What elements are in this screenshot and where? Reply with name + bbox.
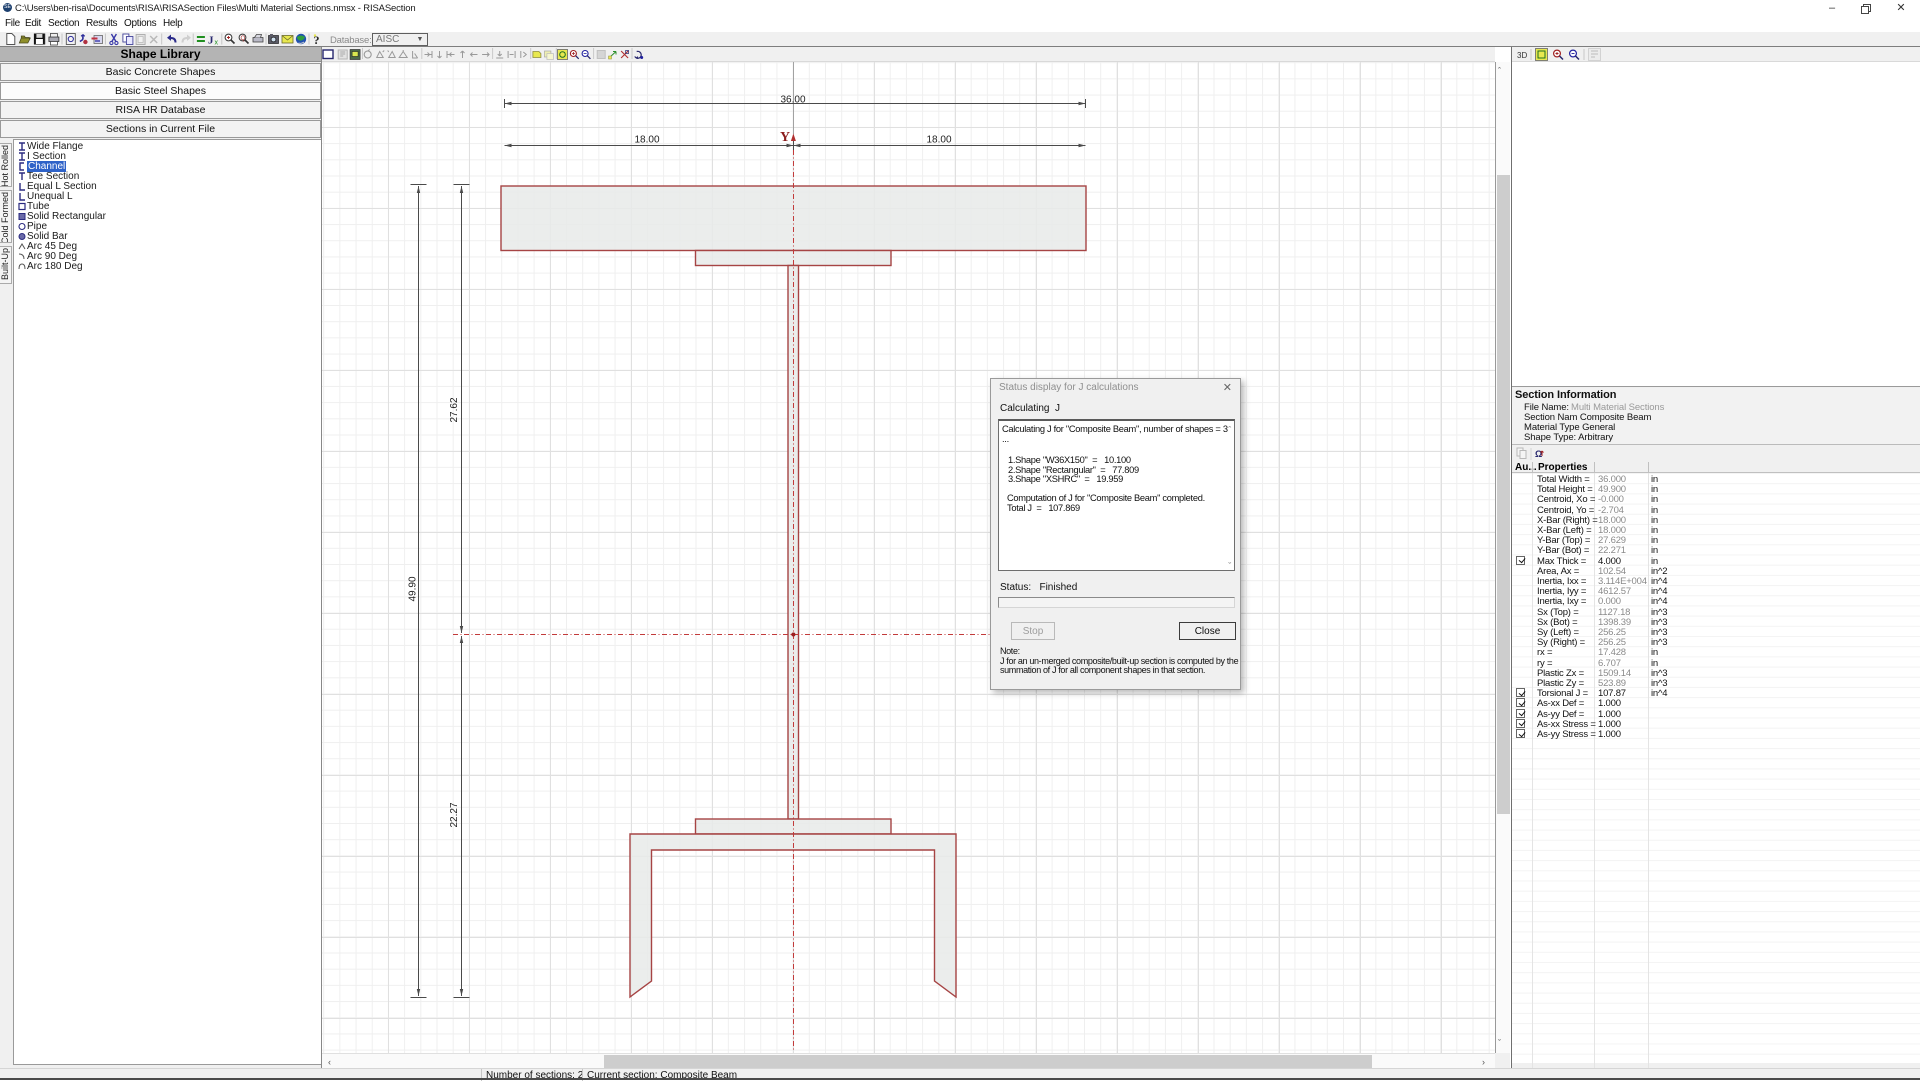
svg-text:18.00: 18.00 [634, 135, 659, 146]
svg-text:27.62: 27.62 [449, 397, 460, 422]
svg-text:Ω: Ω [1535, 449, 1542, 459]
svg-text:18.00: 18.00 [926, 135, 951, 146]
svg-text:3D: 3D [1517, 51, 1527, 60]
svg-text:49.90: 49.90 [408, 576, 419, 601]
svg-text:J: J [208, 35, 214, 47]
svg-text:Y: Y [780, 130, 790, 145]
svg-text:22.27: 22.27 [449, 802, 460, 827]
svg-text:Q: Q [241, 36, 246, 42]
svg-text:36.00: 36.00 [780, 95, 805, 106]
